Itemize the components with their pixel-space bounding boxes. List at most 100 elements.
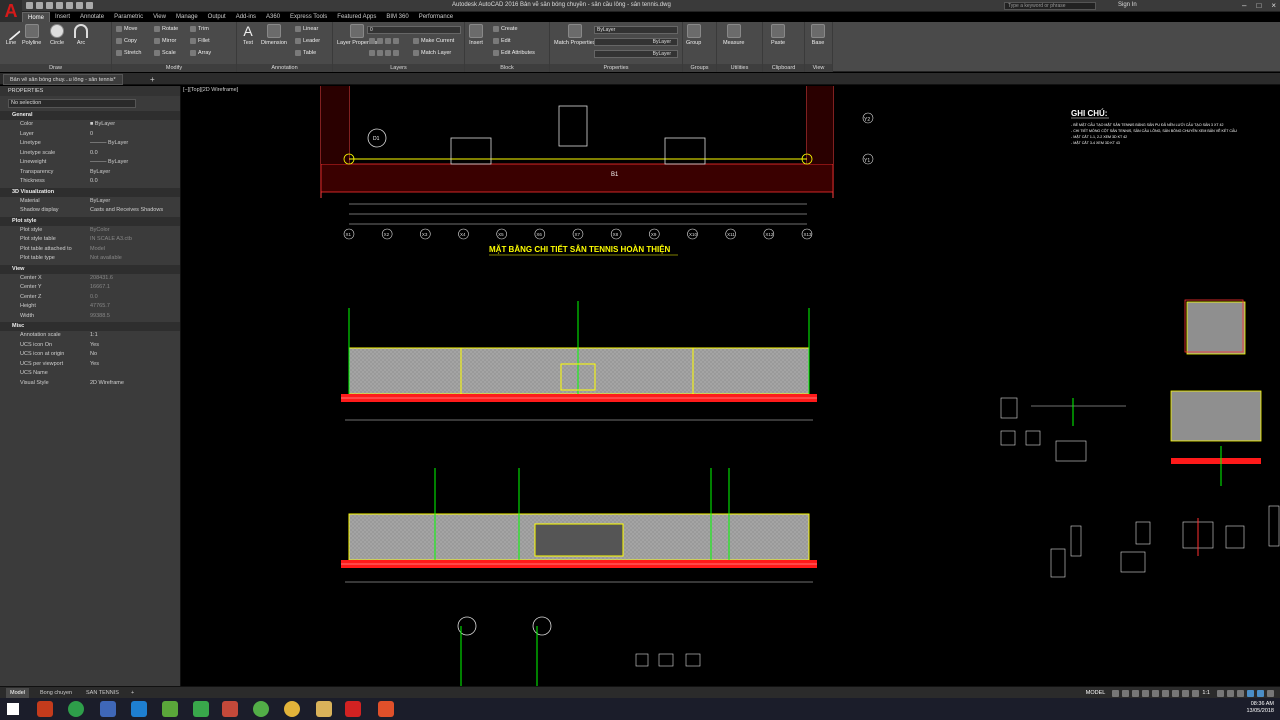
group-button[interactable]: Group — [686, 24, 701, 46]
property-value[interactable]: Model — [90, 245, 180, 255]
property-value[interactable]: IN SCALE A3.ctb — [90, 235, 180, 245]
open-icon[interactable] — [36, 2, 43, 9]
circle-button[interactable]: Circle — [50, 24, 64, 46]
tab-bong-chuyen[interactable]: Bong chuyen — [36, 688, 76, 698]
property-row[interactable]: Lineweight ——— ByLayer — [0, 158, 180, 168]
dimension-button[interactable]: Dimension — [261, 24, 287, 46]
layers-panel-title[interactable]: Layers — [333, 64, 464, 72]
plot-icon[interactable] — [66, 2, 73, 9]
tab-home[interactable]: Home — [22, 12, 51, 22]
lineweight-icon[interactable] — [1172, 689, 1180, 697]
tab-manage[interactable]: Manage — [171, 12, 203, 22]
model-space-toggle[interactable]: MODEL — [1086, 690, 1106, 696]
property-value[interactable]: 2D Wireframe — [90, 379, 180, 389]
match-layer-button[interactable]: Match Layer — [413, 50, 451, 56]
property-row[interactable]: Thickness 0.0 — [0, 177, 180, 187]
gear-icon[interactable] — [1217, 689, 1224, 697]
saveas-icon[interactable] — [56, 2, 63, 9]
maximize-icon[interactable]: □ — [1256, 1, 1261, 10]
file-explorer-icon[interactable] — [316, 701, 332, 717]
table-button[interactable]: Table — [295, 50, 316, 56]
property-row[interactable]: Center Y 16667.1 — [0, 283, 180, 293]
rotate-button[interactable]: Rotate — [154, 26, 178, 32]
polar-icon[interactable] — [1142, 689, 1150, 697]
property-value[interactable]: ——— ByLayer — [90, 139, 180, 149]
save-icon[interactable] — [46, 2, 53, 9]
sign-in-button[interactable]: Sign In — [1118, 2, 1137, 8]
property-row[interactable]: UCS per viewport Yes — [0, 360, 180, 370]
taskbar-app-icon[interactable] — [68, 701, 84, 717]
view-panel-title[interactable]: View — [805, 64, 832, 72]
tab-view[interactable]: View — [148, 12, 171, 22]
property-value[interactable]: 0.0 — [90, 177, 180, 187]
base-button[interactable]: Base — [811, 24, 825, 46]
polyline-button[interactable]: Polyline — [22, 24, 41, 46]
property-value[interactable]: Casts and Receives Shadows — [90, 206, 180, 216]
property-value[interactable]: ■ ByLayer — [90, 120, 180, 130]
leader-button[interactable]: Leader — [295, 38, 320, 44]
modify-panel-title[interactable]: Modify — [112, 64, 236, 72]
search-input[interactable]: Type a keyword or phrase — [1004, 2, 1096, 10]
taskbar-app-icon[interactable] — [131, 701, 147, 717]
taskbar-app-icon[interactable] — [162, 701, 178, 717]
trim-button[interactable]: Trim — [190, 26, 209, 32]
stretch-button[interactable]: Stretch — [116, 50, 141, 56]
hardware-accel-icon[interactable] — [1247, 689, 1254, 697]
property-value[interactable]: 0.0 — [90, 293, 180, 303]
property-value[interactable]: 208431.6 — [90, 274, 180, 284]
taskbar-app-icon[interactable] — [100, 701, 116, 717]
section-plot-style[interactable]: Plot style — [0, 216, 180, 226]
tab-parametric[interactable]: Parametric — [109, 12, 148, 22]
property-row[interactable]: Height 47765.7 — [0, 302, 180, 312]
transparency-icon[interactable] — [1182, 689, 1190, 697]
create-block-button[interactable]: Create — [493, 26, 518, 32]
copy-button[interactable]: Copy — [116, 38, 137, 44]
section-view[interactable]: View — [0, 264, 180, 274]
linear-button[interactable]: Linear — [295, 26, 318, 32]
annotation-panel-title[interactable]: Annotation — [237, 64, 332, 72]
property-row[interactable]: UCS Name — [0, 369, 180, 379]
properties-panel-title[interactable]: Properties — [550, 64, 682, 72]
taskbar-app-icon[interactable] — [253, 701, 269, 717]
paste-button[interactable]: Paste — [771, 24, 785, 46]
drawing-canvas[interactable]: [−][Top][2D Wireframe] D1 B1 Y2 Y1 X1 X2… — [181, 86, 1280, 686]
lineweight-dropdown[interactable]: ByLayer — [594, 50, 678, 58]
property-row[interactable]: Color ■ ByLayer — [0, 120, 180, 130]
property-value[interactable]: Yes — [90, 360, 180, 370]
property-row[interactable]: Visual Style 2D Wireframe — [0, 379, 180, 389]
tab-san-tennis[interactable]: SAN TENNIS — [82, 688, 123, 698]
taskbar-app-icon[interactable] — [378, 701, 394, 717]
property-row[interactable]: Plot table type Not available — [0, 254, 180, 264]
property-value[interactable]: 1:1 — [90, 331, 180, 341]
tab-featured-apps[interactable]: Featured Apps — [332, 12, 381, 22]
edit-block-button[interactable]: Edit — [493, 38, 510, 44]
property-row[interactable]: Width 99388.5 — [0, 312, 180, 322]
minimize-icon[interactable]: – — [1242, 1, 1246, 10]
section-misc[interactable]: Misc — [0, 322, 180, 331]
section-3d-visualization[interactable]: 3D Visualization — [0, 187, 180, 197]
property-row[interactable]: UCS icon On Yes — [0, 341, 180, 351]
property-value[interactable]: No — [90, 350, 180, 360]
property-value[interactable] — [90, 369, 180, 379]
property-row[interactable]: Shadow display Casts and Receives Shadows — [0, 206, 180, 216]
start-button[interactable] — [0, 698, 26, 720]
array-button[interactable]: Array — [190, 50, 211, 56]
draw-panel-title[interactable]: Draw — [0, 64, 111, 72]
otrack-icon[interactable] — [1162, 689, 1170, 697]
arc-button[interactable]: Arc — [74, 24, 88, 46]
property-value[interactable]: ByLayer — [90, 197, 180, 207]
isolate-icon[interactable] — [1237, 689, 1244, 697]
system-clock[interactable]: 08:36 AM 13/05/2018 — [1246, 701, 1274, 715]
tab-bim-360[interactable]: BIM 360 — [381, 12, 413, 22]
fillet-button[interactable]: Fillet — [190, 38, 210, 44]
tab-output[interactable]: Output — [203, 12, 231, 22]
property-value[interactable]: ByLayer — [90, 168, 180, 178]
taskbar-app-icon[interactable] — [193, 701, 209, 717]
scale-button[interactable]: Scale — [154, 50, 176, 56]
ortho-icon[interactable] — [1132, 689, 1140, 697]
chrome-icon[interactable] — [284, 701, 300, 717]
workspace-icon[interactable] — [1227, 689, 1234, 697]
property-row[interactable]: Plot style ByColor — [0, 226, 180, 236]
taskbar-app-icon[interactable] — [37, 701, 53, 717]
insert-button[interactable]: Insert — [469, 24, 483, 46]
